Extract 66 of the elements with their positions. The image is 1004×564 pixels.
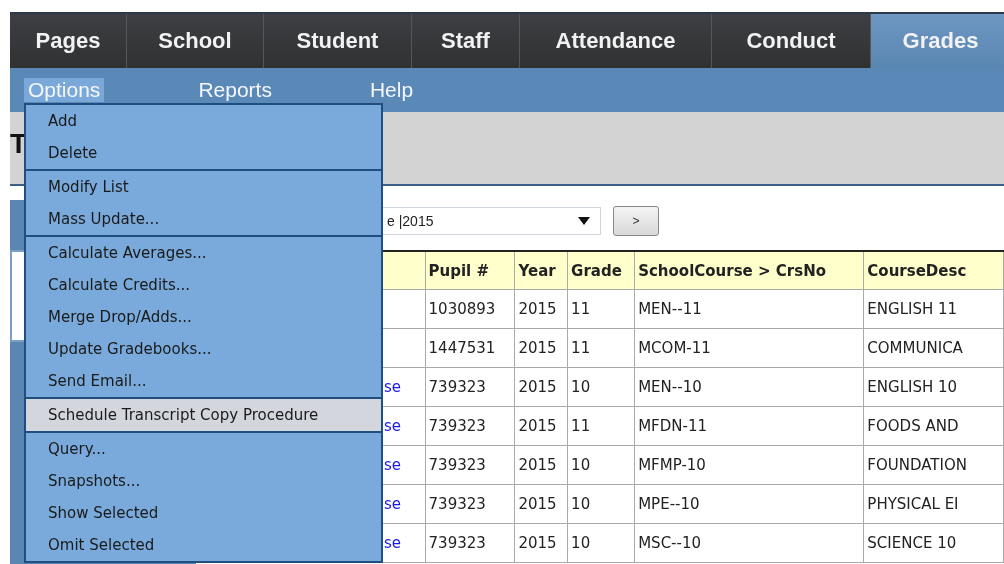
table-cell: FOUNDATION [863,445,1004,485]
table-cell: PHYSICAL EI [863,484,1004,524]
table-cell: MSC--10 [634,523,864,563]
row-link[interactable]: se [384,378,402,396]
table-cell: ENGLISH 11 [863,289,1004,329]
go-button[interactable]: > [613,206,659,236]
table-cell: 1030893 [425,289,515,329]
table-cell: MFDN-11 [634,406,864,446]
table-cell: 2015 [514,484,568,524]
nav-tab[interactable]: Conduct [712,14,871,68]
table-cell: 739323 [425,484,515,524]
table-cell: COMMUNICA [863,328,1004,368]
table-cell: FOODS AND [863,406,1004,446]
table-cell: 2015 [514,523,568,563]
table-cell: 2015 [514,406,568,446]
nav-tab[interactable]: Pages [10,14,127,68]
menu-item[interactable]: Update Gradebooks... [26,333,381,365]
table-cell: 2015 [514,328,568,368]
table-cell: 739323 [425,445,515,485]
nav-tab[interactable]: Student [264,14,412,68]
menu-item[interactable]: Delete [26,137,381,169]
menu-item[interactable]: Query... [26,433,381,465]
menu-item[interactable]: Merge Drop/Adds... [26,301,381,333]
table-cell: 2015 [514,367,568,407]
column-header[interactable]: Grade [567,251,635,290]
column-header[interactable]: Pupil # [425,251,515,290]
table-cell: 10 [567,367,635,407]
menu-item[interactable]: Send Email... [26,365,381,397]
row-link[interactable]: se [384,534,402,552]
table-cell: MEN--10 [634,367,864,407]
nav-tab[interactable]: Staff [412,14,520,68]
table-cell: 739323 [425,406,515,446]
table-cell: 739323 [425,367,515,407]
menu-item[interactable]: Modify List [26,171,381,203]
row-link[interactable]: se [384,495,402,513]
nav-tab[interactable]: Attendance [520,14,712,68]
table-cell: 2015 [514,445,568,485]
table-cell: 2015 [514,289,568,329]
table-cell: MEN--11 [634,289,864,329]
menu-item[interactable]: Show Selected [26,497,381,529]
table-cell: 11 [567,406,635,446]
table-cell: 11 [567,328,635,368]
table-cell: 10 [567,523,635,563]
column-header[interactable]: Year [514,251,568,290]
table-cell: SCIENCE 10 [863,523,1004,563]
menu-item[interactable]: Calculate Averages... [26,237,381,269]
table-cell: 739323 [425,523,515,563]
table-cell: ENGLISH 10 [863,367,1004,407]
menu-item[interactable]: Omit Selected [26,529,381,561]
menu-item[interactable]: Calculate Credits... [26,269,381,301]
nav-tab[interactable]: School [127,14,264,68]
caret-icon [578,217,590,225]
menu-item[interactable]: Snapshots... [26,465,381,497]
table-cell: MCOM-11 [634,328,864,368]
row-link[interactable]: se [384,456,402,474]
table-cell: 1447531 [425,328,515,368]
table-cell: 11 [567,289,635,329]
table-cell: 10 [567,445,635,485]
column-header[interactable]: CourseDesc [863,251,1004,290]
menu-item[interactable]: Schedule Transcript Copy Procedure [26,399,381,431]
menu-item[interactable]: Add [26,105,381,137]
table-cell: MPE--10 [634,484,864,524]
row-link[interactable]: se [384,417,402,435]
table-cell: 10 [567,484,635,524]
table-cell: MFMP-10 [634,445,864,485]
column-header[interactable]: SchoolCourse > CrsNo [634,251,864,290]
